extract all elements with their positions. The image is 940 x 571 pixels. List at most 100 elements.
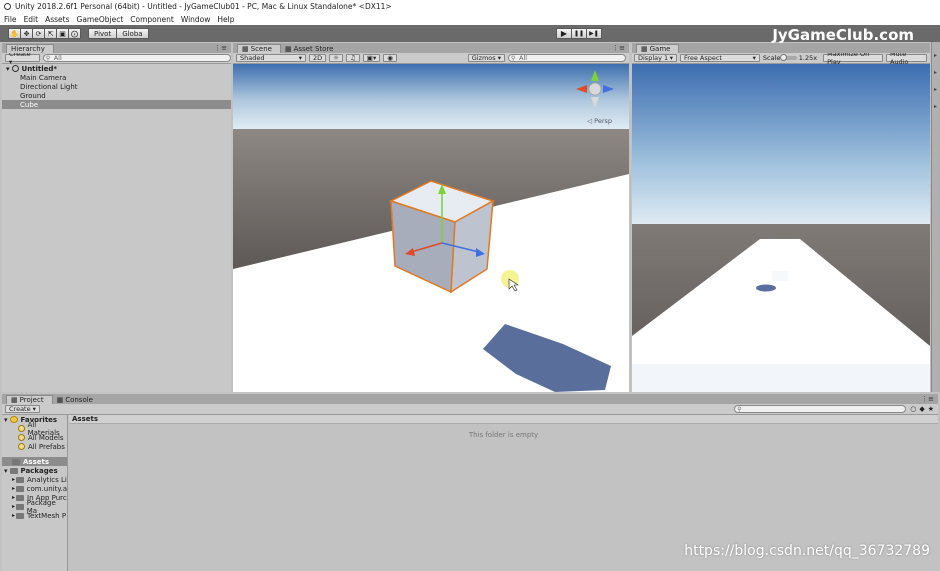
mode-2d-toggle[interactable]: 2D [309, 54, 327, 62]
hidden-objects-icon[interactable]: ◉ [383, 54, 397, 62]
assets-folder-label: Assets [23, 457, 50, 466]
scene-root[interactable]: ▾ Untitled* [2, 64, 231, 73]
project-panel-menu-icon[interactable]: ⋮≡ [921, 395, 934, 403]
aspect-value: Free Aspect [684, 54, 722, 62]
maximize-on-play-toggle[interactable]: Maximize On Play [823, 50, 883, 66]
scene-panel: ▦ Scene ▦ Asset Store ⋮≡ Shaded ▾ 2D ☼ ♫ ▣▾… [233, 43, 629, 392]
asset-store-icon: ▦ [284, 44, 292, 53]
lighting-toggle-icon[interactable]: ☼ [329, 54, 343, 62]
project-create-button[interactable]: Create ▾ [5, 405, 40, 413]
filter-by-label-icon[interactable]: ◆ [919, 405, 924, 413]
package-item[interactable]: ▸ Package Ma [2, 499, 67, 515]
pause-button[interactable]: ❚❚ [571, 28, 587, 39]
tab-hierarchy[interactable]: Hierarchy [6, 44, 54, 53]
project-tab-label: Project [19, 396, 44, 404]
watermark-top: JyGameClub.com [772, 26, 914, 44]
pivot-toggles: Pivot Globa [88, 28, 149, 39]
search-filter-icon [18, 443, 25, 450]
scale-slider-thumb[interactable] [780, 54, 788, 61]
scene-search-input[interactable]: ⚲ All [508, 54, 626, 62]
effects-toggle-icon[interactable]: ▣▾ [362, 54, 381, 62]
mute-audio-toggle[interactable]: Mute Audio [885, 50, 928, 66]
favorite-all-materials[interactable]: All Materials [2, 421, 67, 437]
scene-controls: Shaded ▾ 2D ☼ ♫ ▣▾ ◉ Gizmos ▾ ⚲ All [233, 53, 629, 64]
package-label: Analytics Li [27, 475, 67, 484]
assets-folder[interactable]: Assets [2, 457, 67, 466]
gizmos-dropdown[interactable]: Gizmos ▾ [467, 54, 505, 62]
search-icon: ⚲ [511, 55, 516, 62]
foldout-arrow-icon[interactable]: ▾ [6, 65, 10, 73]
favorite-all-models[interactable]: All Models [2, 433, 67, 442]
tab-console[interactable]: ▦ Console [52, 395, 101, 404]
transform-tool-icon[interactable]: ⨀ [68, 28, 81, 39]
folder-icon [9, 467, 18, 474]
hierarchy-create-button[interactable]: Create ▾ [5, 50, 40, 66]
package-item[interactable]: ▸ TextMesh P [2, 511, 67, 520]
pivot-toggle[interactable]: Pivot [88, 28, 118, 39]
folder-icon [16, 512, 25, 519]
package-label: TextMesh P [27, 511, 67, 520]
tab-scene[interactable]: ▦ Scene [237, 44, 281, 53]
search-icon: ⚲ [45, 55, 51, 62]
package-item[interactable]: ▸ com.unity.a [2, 484, 67, 493]
scene-search-placeholder: All [519, 54, 528, 62]
scene-viewport[interactable]: ◁ Persp [233, 64, 629, 392]
hierarchy-item-ground[interactable]: Ground [2, 91, 231, 100]
packages-folder-label: Packages [20, 466, 58, 475]
hierarchy-item-directional-light[interactable]: Directional Light [2, 82, 231, 91]
panel-menu-icon[interactable]: ⋮≡ [214, 44, 227, 52]
hierarchy-item-cube[interactable]: Cube [2, 100, 231, 109]
game-cube-shadow [756, 284, 776, 292]
inspector-collapsed-strip[interactable]: ▸ ▸ ▸ ▸ [931, 42, 940, 392]
play-button[interactable]: ▶ [556, 28, 572, 39]
menu-assets[interactable]: Assets [45, 15, 69, 24]
step-button[interactable]: ▶❚ [586, 28, 602, 39]
menu-window[interactable]: Window [181, 15, 211, 24]
window-title: Unity 2018.2.6f1 Personal (64bit) - Unti… [15, 2, 392, 11]
global-toggle[interactable]: Globa [116, 28, 149, 39]
scale-slider[interactable] [780, 54, 797, 61]
unity-scene-icon [11, 65, 19, 72]
foldout-arrow-icon[interactable]: ▸ [12, 485, 15, 492]
filter-by-type-icon[interactable]: ○ [910, 405, 916, 413]
foldout-arrow-icon[interactable]: ▸ [12, 503, 15, 510]
tab-project[interactable]: ▦ Project [6, 395, 53, 404]
hierarchy-search-input[interactable]: ⚲ All [42, 54, 231, 62]
hierarchy-item-main-camera[interactable]: Main Camera [2, 73, 231, 82]
foldout-arrow-icon[interactable]: ▸ [12, 512, 15, 519]
menu-component[interactable]: Component [130, 15, 174, 24]
strip-arrow-icon: ▸ [934, 52, 938, 59]
game-viewport[interactable] [632, 64, 930, 392]
favorite-star-icon[interactable]: ★ [928, 405, 934, 413]
hierarchy-panel: Hierarchy ⋮≡ Create ▾ ⚲ All ▾ Untitled* … [2, 43, 231, 392]
shading-mode-dropdown[interactable]: Shaded ▾ [236, 54, 306, 62]
persp-label[interactable]: ◁ Persp [587, 117, 612, 125]
breadcrumb-assets[interactable]: Assets [72, 415, 98, 423]
package-item[interactable]: ▸ Analytics Li [2, 475, 67, 484]
game-tab-icon: ▦ [641, 45, 648, 53]
project-tab-row: ▦ Project ▦ Console ⋮≡ [2, 394, 938, 404]
packages-folder[interactable]: ▾ Packages [2, 466, 67, 475]
menu-file[interactable]: File [4, 15, 17, 24]
display-dropdown[interactable]: Display 1 ▾ [634, 54, 678, 62]
foldout-arrow-icon[interactable]: ▾ [4, 416, 8, 424]
empty-folder-message: This folder is empty [468, 431, 539, 439]
menu-edit[interactable]: Edit [24, 15, 39, 24]
audio-toggle-icon[interactable]: ♫ [345, 54, 360, 62]
menu-gameobject[interactable]: GameObject [77, 15, 124, 24]
menu-help[interactable]: Help [217, 15, 234, 24]
menu-bar: File Edit Assets GameObject Component Wi… [0, 13, 940, 25]
tab-asset-store[interactable]: ▦ Asset Store [280, 44, 342, 53]
tab-game[interactable]: ▦ Game [636, 44, 680, 53]
folder-icon [16, 476, 25, 483]
console-tab-label: Console [65, 395, 93, 404]
foldout-arrow-icon[interactable]: ▸ [12, 476, 15, 483]
foldout-arrow-icon[interactable]: ▸ [12, 494, 15, 501]
project-search-input[interactable]: ⚲ [734, 405, 907, 413]
scene-panel-menu-icon[interactable]: ⋮≡ [612, 44, 625, 52]
watermark-bottom: https://blog.csdn.net/qq_36732789 [684, 543, 930, 559]
foldout-arrow-icon[interactable]: ▾ [4, 467, 8, 475]
favorite-all-prefabs[interactable]: All Prefabs [2, 442, 67, 451]
scene-orientation-gizmo-icon[interactable] [573, 67, 617, 109]
aspect-dropdown[interactable]: Free Aspect ▾ [680, 54, 760, 62]
